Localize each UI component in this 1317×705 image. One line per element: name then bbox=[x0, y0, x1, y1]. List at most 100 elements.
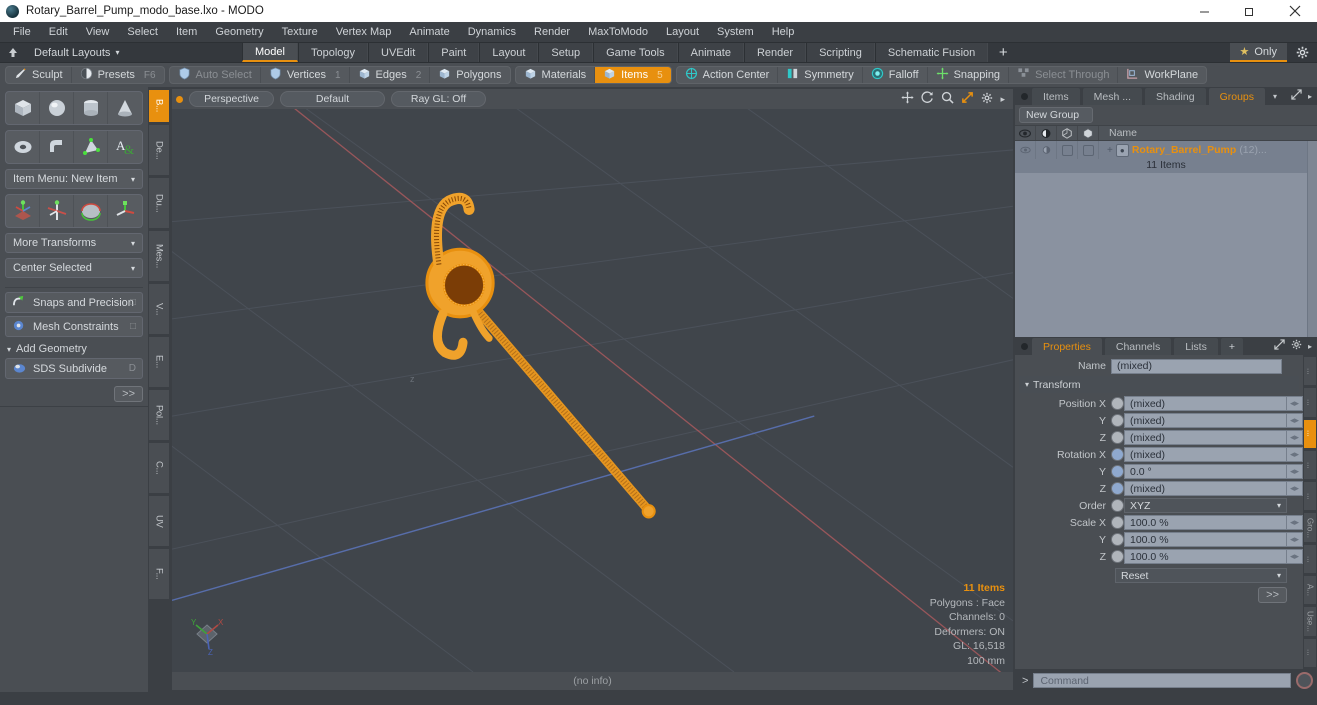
groups-tab-mesh-[interactable]: Mesh ... bbox=[1081, 87, 1144, 105]
item-menu-dropdown[interactable]: Item Menu: New Item ▾ bbox=[5, 169, 143, 189]
mode-button-snapping[interactable]: Snapping bbox=[928, 67, 1010, 83]
mode-button-presets[interactable]: Presets F6 bbox=[72, 67, 164, 83]
layout-tab-render[interactable]: Render bbox=[743, 43, 807, 62]
menu-item-view[interactable]: View bbox=[77, 22, 119, 42]
menu-item-edit[interactable]: Edit bbox=[40, 22, 77, 42]
mode-button-sculpt[interactable]: Sculpt bbox=[6, 67, 72, 83]
layout-tab-layout[interactable]: Layout bbox=[479, 43, 539, 62]
groups-tab-items[interactable]: Items bbox=[1031, 87, 1081, 105]
menu-item-system[interactable]: System bbox=[708, 22, 763, 42]
tool-panel-more[interactable]: >> bbox=[5, 382, 143, 406]
maximize-button[interactable] bbox=[1227, 0, 1272, 22]
settings-gear-icon[interactable] bbox=[1287, 43, 1317, 62]
add-layout-button[interactable]: + bbox=[988, 43, 1019, 62]
property-value-field[interactable]: 100.0 % bbox=[1124, 532, 1287, 547]
mode-button-symmetry[interactable]: Symmetry bbox=[778, 67, 863, 83]
left-vtab-7[interactable]: C... bbox=[148, 442, 170, 494]
menu-item-help[interactable]: Help bbox=[763, 22, 804, 42]
viewport-3d[interactable]: z Y X Z 11 Items Polygons : Face Channel… bbox=[172, 109, 1013, 672]
layout-home-icon[interactable] bbox=[0, 43, 26, 62]
eye-icon[interactable] bbox=[1015, 126, 1036, 140]
mesh-primitive-button[interactable] bbox=[74, 131, 108, 163]
property-spinner-arrows[interactable]: ◂▸ bbox=[1287, 481, 1303, 496]
sphere-primitive-button[interactable] bbox=[40, 92, 74, 124]
viewport-menu-dot[interactable] bbox=[176, 95, 183, 103]
order-knob[interactable] bbox=[1111, 499, 1124, 512]
right-vtab-1[interactable]: ... bbox=[1303, 387, 1317, 418]
wireframe-mode-icon[interactable] bbox=[1078, 126, 1099, 140]
render-visibility-icon[interactable] bbox=[1036, 126, 1057, 140]
property-value-field[interactable]: (mixed) bbox=[1124, 413, 1287, 428]
chevron-right-icon[interactable]: ▸ bbox=[1308, 92, 1312, 101]
property-animation-knob[interactable] bbox=[1111, 516, 1124, 529]
layout-tab-schematic-fusion[interactable]: Schematic Fusion bbox=[874, 43, 989, 62]
left-vtab-3[interactable]: Mes... bbox=[148, 230, 170, 282]
property-animation-knob[interactable] bbox=[1111, 482, 1124, 495]
sds-subdivide-button[interactable]: SDS Subdivide D bbox=[5, 358, 143, 379]
axis-gizmo[interactable]: Y X Z bbox=[186, 615, 228, 660]
right-vtab-3[interactable]: ... bbox=[1303, 449, 1317, 481]
properties-tab-lists[interactable]: Lists bbox=[1173, 337, 1219, 355]
chevron-right-icon[interactable]: ▸ bbox=[1308, 342, 1312, 351]
menu-item-select[interactable]: Select bbox=[118, 22, 167, 42]
mode-button-items[interactable]: Items 5 bbox=[595, 67, 671, 83]
left-vtab-2[interactable]: Du... bbox=[148, 177, 170, 229]
layout-tab-scripting[interactable]: Scripting bbox=[806, 43, 875, 62]
property-animation-knob[interactable] bbox=[1111, 414, 1124, 427]
table-row[interactable]: + ● Rotary_Barrel_Pump (12)... bbox=[1015, 141, 1317, 159]
mode-button-materials[interactable]: Materials bbox=[516, 67, 596, 83]
right-vtab-5[interactable]: Gro... bbox=[1303, 512, 1317, 543]
groups-tabs-overflow-icon[interactable]: ▾ bbox=[1267, 87, 1283, 105]
command-input[interactable]: Command bbox=[1033, 673, 1291, 688]
property-value-field[interactable]: 100.0 % bbox=[1124, 549, 1287, 564]
groups-tree-scrollbar[interactable] bbox=[1307, 141, 1317, 337]
right-vtab-0[interactable]: ... bbox=[1303, 356, 1317, 387]
mode-button-select-through[interactable]: Select Through bbox=[1009, 67, 1119, 83]
layout-tab-uvedit[interactable]: UVEdit bbox=[368, 43, 429, 62]
menu-item-dynamics[interactable]: Dynamics bbox=[459, 22, 525, 42]
property-spinner-arrows[interactable]: ◂▸ bbox=[1287, 430, 1303, 445]
left-vtab-5[interactable]: E... bbox=[148, 336, 170, 388]
reset-dropdown[interactable]: Reset ▾ bbox=[1115, 568, 1287, 583]
default-layouts-dropdown[interactable]: Default Layouts ▾ bbox=[26, 43, 242, 62]
property-value-field[interactable]: (mixed) bbox=[1124, 481, 1287, 496]
order-dropdown[interactable]: XYZ ▾ bbox=[1124, 498, 1287, 513]
zoom-icon[interactable] bbox=[941, 91, 955, 107]
property-value-field[interactable]: (mixed) bbox=[1124, 430, 1287, 445]
left-vtab-6[interactable]: Pol... bbox=[148, 389, 170, 441]
scale-tool-button[interactable] bbox=[74, 195, 108, 227]
property-value-field[interactable]: (mixed) bbox=[1124, 396, 1287, 411]
right-vtab-7[interactable]: A... bbox=[1303, 575, 1317, 606]
menu-item-vertex-map[interactable]: Vertex Map bbox=[327, 22, 401, 42]
name-field[interactable]: (mixed) bbox=[1111, 358, 1282, 374]
text-primitive-button[interactable]: A & bbox=[108, 131, 142, 163]
mode-button-action-center[interactable]: Action Center bbox=[677, 67, 779, 83]
left-vtab-8[interactable]: UV bbox=[148, 495, 170, 547]
property-value-field[interactable]: 0.0 ° bbox=[1124, 464, 1287, 479]
viewport-shading-dropdown[interactable]: Default bbox=[280, 91, 385, 107]
left-vtab-1[interactable]: De... bbox=[148, 124, 170, 176]
gear-icon[interactable] bbox=[981, 92, 993, 107]
left-vtab-0[interactable]: B... bbox=[148, 89, 170, 123]
panel-menu-dot[interactable] bbox=[1017, 337, 1031, 355]
property-spinner-arrows[interactable]: ◂▸ bbox=[1287, 532, 1303, 547]
move-tool-button[interactable] bbox=[6, 195, 40, 227]
groups-tab-shading[interactable]: Shading bbox=[1144, 87, 1207, 105]
mode-button-auto-select[interactable]: Auto Select bbox=[170, 67, 261, 83]
properties-tab-properties[interactable]: Properties bbox=[1031, 337, 1103, 355]
property-animation-knob[interactable] bbox=[1111, 533, 1124, 546]
property-animation-knob[interactable] bbox=[1111, 397, 1124, 410]
layout-tab-animate[interactable]: Animate bbox=[677, 43, 744, 62]
record-icon[interactable] bbox=[1296, 672, 1313, 689]
groups-tree-body[interactable]: + ● Rotary_Barrel_Pump (12)... 11 Items bbox=[1015, 141, 1317, 337]
new-group-button[interactable]: New Group bbox=[1019, 107, 1093, 123]
cylinder-primitive-button[interactable] bbox=[74, 92, 108, 124]
mesh-constraints-button[interactable]: Mesh Constraints □ bbox=[5, 316, 143, 337]
menu-item-file[interactable]: File bbox=[4, 22, 40, 42]
row-wire-checkbox[interactable] bbox=[1078, 141, 1099, 159]
right-vtab-6[interactable]: ... bbox=[1303, 543, 1317, 575]
properties-tab-add[interactable]: + bbox=[1219, 337, 1244, 355]
row-eye-toggle[interactable] bbox=[1015, 141, 1036, 159]
mode-button-workplane[interactable]: WorkPlane bbox=[1118, 67, 1206, 83]
layout-tab-paint[interactable]: Paint bbox=[428, 43, 480, 62]
